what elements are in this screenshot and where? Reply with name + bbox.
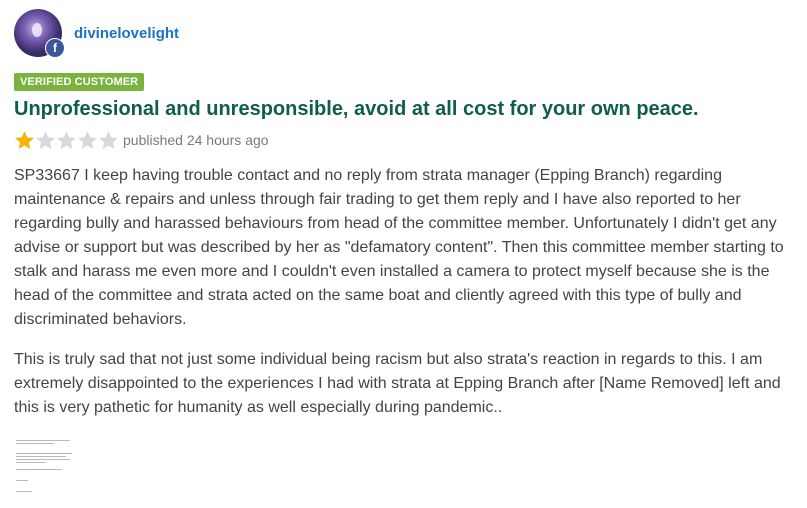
avatar[interactable]: f: [14, 9, 65, 58]
star-empty-icon: [99, 130, 118, 149]
author-name-link[interactable]: divinelovelight: [74, 25, 179, 42]
review-paragraph-1: SP33667 I keep having trouble contact an…: [14, 167, 784, 328]
attachment-thumbnail[interactable]: [14, 436, 76, 498]
star-empty-icon: [36, 130, 55, 149]
facebook-icon: f: [45, 38, 65, 58]
author-row: f divinelovelight: [14, 9, 793, 58]
star-rating: [14, 130, 119, 151]
rating-row: published 24 hours ago: [14, 128, 793, 152]
review-paragraph-2: This is truly sad that not just some ind…: [14, 351, 781, 416]
star-empty-icon: [78, 130, 97, 149]
review-title[interactable]: Unprofessional and unresponsible, avoid …: [14, 96, 793, 122]
verified-customer-badge: VERIFIED CUSTOMER: [14, 73, 145, 91]
star-filled-icon: [15, 130, 34, 149]
review-card: f divinelovelight VERIFIED CUSTOMER Unpr…: [14, 9, 793, 498]
star-empty-icon: [57, 130, 76, 149]
avatar-image: [32, 23, 42, 37]
published-time: published 24 hours ago: [123, 132, 269, 148]
